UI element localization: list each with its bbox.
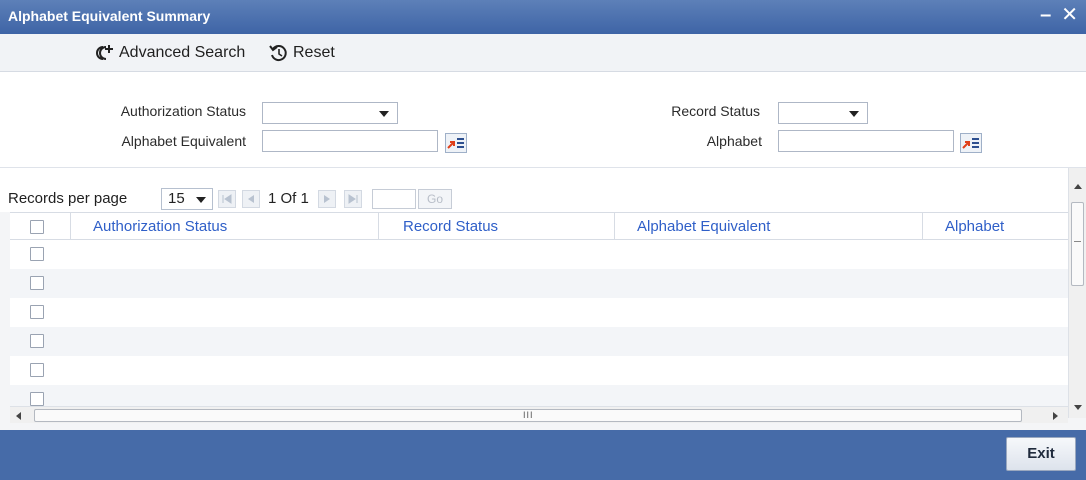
last-page-button[interactable] — [344, 190, 362, 208]
row-checkbox[interactable] — [30, 247, 44, 261]
reset-label: Reset — [293, 44, 335, 61]
vertical-scroll-thumb[interactable] — [1071, 202, 1084, 286]
horizontal-scrollbar[interactable]: III — [10, 406, 1068, 423]
first-page-button[interactable] — [218, 190, 236, 208]
alphabet-equivalent-input[interactable] — [262, 130, 438, 152]
last-page-icon — [348, 194, 358, 204]
next-page-button[interactable] — [318, 190, 336, 208]
pager: Records per page 15 1 Of 1 Go — [0, 168, 1068, 212]
column-record-status[interactable]: Record Status — [379, 213, 615, 241]
row-checkbox[interactable] — [30, 334, 44, 348]
search-criteria-panel: Authorization Status Alphabet Equivalent… — [0, 72, 1086, 168]
select-all-checkbox[interactable] — [30, 220, 44, 234]
column-authorization-status[interactable]: Authorization Status — [71, 213, 379, 241]
exit-button[interactable]: Exit — [1006, 437, 1076, 471]
table-row[interactable] — [10, 327, 1068, 356]
window-controls: – ✕ — [1040, 4, 1078, 26]
row-checkbox[interactable] — [30, 305, 44, 319]
alphabet-equivalent-label: Alphabet Equivalent — [121, 133, 246, 149]
records-per-page-label: Records per page — [8, 190, 128, 207]
select-all-cell — [10, 213, 71, 241]
records-per-page-select[interactable]: 15 — [161, 188, 213, 210]
advanced-search-label: Advanced Search — [119, 44, 246, 61]
scroll-up-icon[interactable] — [1074, 184, 1082, 189]
records-per-page-value: 15 — [168, 190, 185, 207]
row-checkbox[interactable] — [30, 276, 44, 290]
table-row[interactable] — [10, 269, 1068, 298]
window-title: Alphabet Equivalent Summary — [8, 8, 211, 24]
scroll-right-icon[interactable] — [1053, 412, 1058, 420]
reset-icon — [269, 45, 287, 62]
reset-button[interactable]: Reset — [268, 43, 335, 63]
record-status-label: Record Status — [671, 103, 760, 119]
row-checkbox[interactable] — [30, 392, 44, 406]
next-page-icon — [324, 195, 330, 203]
page-info: 1 Of 1 — [268, 190, 309, 207]
minimize-icon[interactable]: – — [1040, 4, 1051, 26]
authorization-status-label: Authorization Status — [120, 103, 246, 119]
toolbar: Advanced Search Reset — [0, 34, 1086, 72]
alphabet-input[interactable] — [778, 130, 954, 152]
authorization-status-select[interactable] — [262, 102, 398, 124]
first-page-icon — [222, 194, 232, 204]
chevron-down-icon — [379, 111, 389, 117]
go-button[interactable]: Go — [418, 189, 452, 209]
column-alphabet-equivalent[interactable]: Alphabet Equivalent — [615, 213, 923, 241]
vertical-scrollbar[interactable] — [1068, 168, 1086, 418]
table-header: Authorization Status Record Status Alpha… — [10, 212, 1068, 241]
row-checkbox[interactable] — [30, 363, 44, 377]
table-row[interactable] — [10, 356, 1068, 385]
lov-icon[interactable] — [445, 133, 467, 153]
horizontal-scroll-thumb[interactable]: III — [34, 409, 1022, 422]
lov-icon[interactable] — [960, 133, 982, 153]
scroll-left-icon[interactable] — [16, 412, 21, 420]
chevron-down-icon — [849, 111, 859, 117]
results-grid: Records per page 15 1 Of 1 Go Authorizat… — [0, 168, 1086, 430]
page-number-input[interactable] — [372, 189, 416, 209]
scroll-down-icon[interactable] — [1074, 405, 1082, 410]
advanced-search-button[interactable]: Advanced Search — [94, 43, 245, 63]
alphabet-label: Alphabet — [706, 133, 762, 149]
table-row[interactable] — [10, 240, 1068, 269]
record-status-select[interactable] — [778, 102, 868, 124]
footer-bar — [0, 430, 1086, 480]
chevron-down-icon — [196, 197, 206, 203]
table-row[interactable] — [10, 298, 1068, 327]
column-alphabet[interactable]: Alphabet — [923, 213, 1068, 241]
previous-page-icon — [248, 195, 254, 203]
advanced-search-icon — [96, 45, 113, 60]
previous-page-button[interactable] — [242, 190, 260, 208]
table-row[interactable] — [10, 385, 1068, 406]
title-bar: Alphabet Equivalent Summary – ✕ — [0, 0, 1086, 34]
close-icon[interactable]: ✕ — [1061, 4, 1078, 26]
